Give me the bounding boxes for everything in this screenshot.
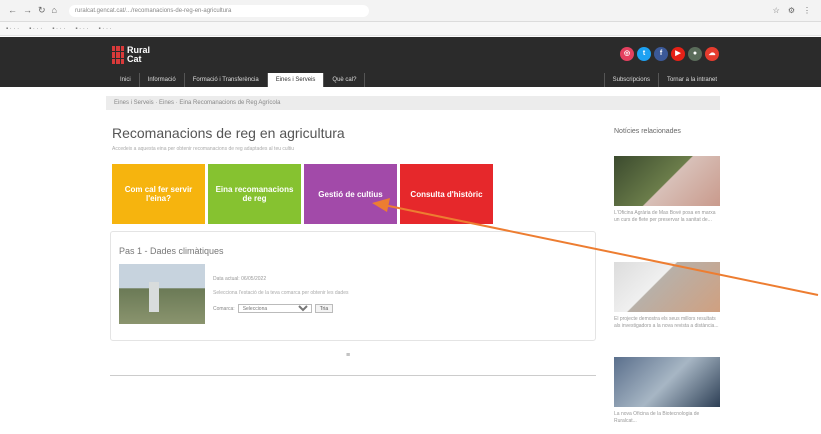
arrow-head	[372, 198, 390, 212]
annotation-arrow-icon	[372, 198, 819, 296]
arrow-line	[383, 204, 819, 296]
